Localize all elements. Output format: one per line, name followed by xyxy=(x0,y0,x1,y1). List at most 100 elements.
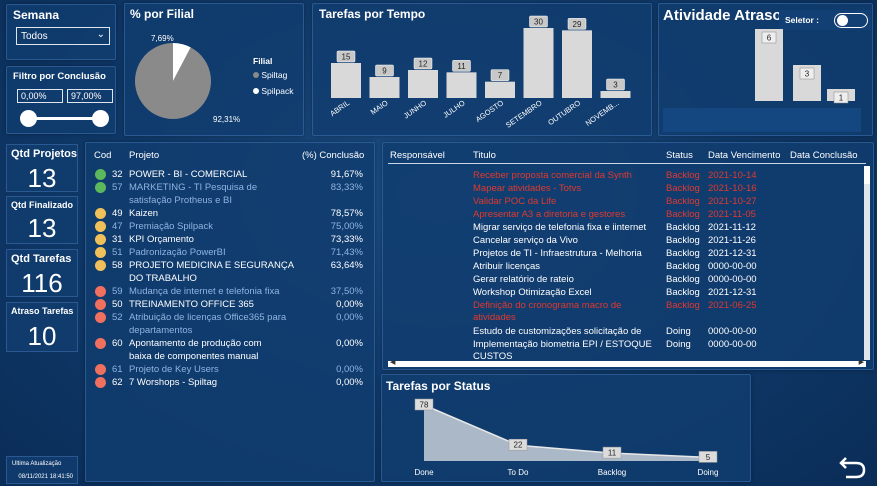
task-row[interactable]: Validar POC da Life Backlog 2021-10-27 xyxy=(390,196,860,209)
scroll-left-icon[interactable]: ◀ xyxy=(390,358,395,366)
tasks-vscrollbar[interactable] xyxy=(864,166,870,360)
time-bar[interactable] xyxy=(331,63,361,98)
task-title: Workshop Otimização Excel xyxy=(473,287,592,298)
task-row[interactable]: Gerar relatório de rateio Backlog 0000-0… xyxy=(390,274,860,287)
task-row[interactable]: Cancelar serviço da Vivo Backlog 2021-11… xyxy=(390,235,860,248)
time-bar-category: AGOSTO xyxy=(474,98,505,124)
filtro-slicer: Filtro por Conclusão 0,00% 97,00% xyxy=(6,66,116,134)
project-name: PROJETO MEDICINA E SEGURANÇA DO TRABALHO xyxy=(129,260,295,284)
time-bar[interactable] xyxy=(562,30,592,98)
project-cod: 61 xyxy=(112,364,123,375)
col-vencimento[interactable]: Data Vencimento xyxy=(708,150,780,161)
time-bar[interactable] xyxy=(485,81,515,98)
last-update-panel: Ultima Atualização 08/11/2021 18:41:50 xyxy=(6,456,78,484)
project-cod: 59 xyxy=(112,286,123,297)
pie-panel: % por Filial 7,69% 92,31% Filial Spiltag… xyxy=(124,3,304,136)
col-conclusao-data[interactable]: Data Conclusão xyxy=(790,150,858,161)
task-row[interactable]: Migrar serviço de telefonia fixa e iinte… xyxy=(390,222,860,235)
col-projeto[interactable]: Projeto xyxy=(129,150,159,161)
kpi-qtd-tarefas-label: Qtd Tarefas xyxy=(11,253,72,265)
project-cod: 52 xyxy=(112,312,123,323)
range-min-handle[interactable] xyxy=(20,110,37,127)
col-status[interactable]: Status xyxy=(666,150,693,161)
project-name: KPI Orçamento xyxy=(129,234,194,245)
semana-dropdown[interactable]: Todos ⌄ xyxy=(16,27,110,45)
task-title: Cancelar serviço da Vivo xyxy=(473,235,578,246)
status-area[interactable] xyxy=(424,405,708,461)
atraso-bar-value: 1 xyxy=(839,94,844,103)
status-dot-icon xyxy=(95,208,106,219)
task-row[interactable]: Definição do cronograma macro de ativida… xyxy=(390,300,860,323)
task-row[interactable]: Projetos de TI - Infraestrutura - Melhor… xyxy=(390,248,860,261)
task-row[interactable]: Apresentar A3 a diretoria e gestores Bac… xyxy=(390,209,860,222)
task-title: Estudo de customizações solicitação de xyxy=(473,326,642,337)
project-cod: 32 xyxy=(112,169,123,180)
project-name: Atribuição de licenças Office365 para de… xyxy=(129,312,287,336)
task-row[interactable]: Estudo de customizações solicitação de D… xyxy=(390,326,860,339)
filtro-title: Filtro por Conclusão xyxy=(13,71,106,82)
time-bar[interactable] xyxy=(446,72,477,98)
project-name: Padronização PowerBI xyxy=(129,247,226,258)
status-dot-icon xyxy=(95,182,106,193)
time-bar-category: MAIO xyxy=(369,98,390,116)
legend-spilpack[interactable]: Spilpack xyxy=(253,86,294,96)
kpi-qtd-projetos-value: 13 xyxy=(27,163,57,193)
time-bar-category: NOVEMB... xyxy=(584,98,621,128)
project-pct: 75,00% xyxy=(330,221,363,232)
project-pct: 91,67% xyxy=(330,169,363,180)
task-row[interactable]: Receber proposta comercial da Synth Back… xyxy=(390,170,860,183)
time-bar-category: JUNHO xyxy=(402,98,428,120)
kpi-atraso-tarefas: Atraso Tarefas 10 xyxy=(6,302,78,352)
status-dot-icon xyxy=(95,364,106,375)
project-name: POWER - BI - COMERCIAL xyxy=(129,169,248,180)
task-status: Backlog xyxy=(666,248,700,259)
back-icon[interactable] xyxy=(838,452,868,480)
filtro-min-value: 0,00% xyxy=(21,91,47,101)
project-cod: 58 xyxy=(112,260,123,271)
task-row[interactable]: Workshop Otimização Excel Backlog 2021-1… xyxy=(390,287,860,300)
range-max-handle[interactable] xyxy=(92,110,109,127)
task-row[interactable]: Implementação biometria EPI / ESTOQUE CU… xyxy=(390,339,860,362)
status-category: Doing xyxy=(698,468,719,477)
kpi-atraso-tarefas-label: Atraso Tarefas xyxy=(11,306,74,316)
time-bar[interactable] xyxy=(523,28,554,98)
kpi-atraso-tarefas-value: 10 xyxy=(27,321,57,351)
filtro-min-input[interactable]: 0,00% xyxy=(17,89,63,103)
status-chart: 78 Done 22 To Do 11 Backlog 5 Doing xyxy=(414,398,719,477)
filtro-max-value: 97,00% xyxy=(71,91,102,101)
task-title: Projetos de TI - Infraestrutura - Melhor… xyxy=(473,248,642,259)
status-dot-icon xyxy=(95,338,106,349)
scroll-thumb[interactable] xyxy=(864,166,870,184)
col-titulo[interactable]: Titulo xyxy=(473,150,496,161)
kpi-qtd-projetos: Qtd Projetos 13 xyxy=(6,144,78,193)
status-dot-icon xyxy=(95,169,106,180)
legend-label-spilpack: Spilpack xyxy=(261,86,294,96)
range-track xyxy=(27,117,101,120)
task-row[interactable]: Mapear atividades - Totvs Backlog 2021-1… xyxy=(390,183,860,196)
kpi-qtd-finalizado-value: 13 xyxy=(27,213,57,243)
atraso-panel: Atividade Atraso Seletor : 631 xyxy=(658,3,873,136)
col-cod[interactable]: Cod xyxy=(94,150,111,161)
task-status: Backlog xyxy=(666,196,700,207)
status-dot-icon xyxy=(95,312,106,323)
status-point-value: 11 xyxy=(608,449,617,458)
time-bar[interactable] xyxy=(408,70,438,98)
filtro-max-input[interactable]: 97,00% xyxy=(67,89,113,103)
project-cod: 62 xyxy=(112,377,123,388)
legend-spiltag[interactable]: Spiltag xyxy=(253,70,287,80)
status-category: To Do xyxy=(508,468,529,477)
col-conclusao[interactable]: (%) Conclusão xyxy=(302,150,364,161)
task-due: 0000-00-00 xyxy=(708,274,757,285)
project-name: Apontamento de produção com baixa de com… xyxy=(129,338,262,362)
time-bar[interactable] xyxy=(369,77,400,98)
tasks-hscrollbar[interactable]: ◀ ▶ xyxy=(388,358,866,367)
col-responsavel[interactable]: Responsável xyxy=(390,150,445,161)
legend-dot-spiltag xyxy=(253,72,259,78)
task-row[interactable]: Atribuir licenças Backlog 0000-00-00 xyxy=(390,261,860,274)
task-status: Backlog xyxy=(666,261,700,272)
status-point-value: 5 xyxy=(706,453,711,462)
chevron-down-icon: ⌄ xyxy=(96,29,105,40)
task-title: Apresentar A3 a diretoria e gestores xyxy=(473,209,626,220)
time-bar-value: 30 xyxy=(534,18,543,27)
time-bar[interactable] xyxy=(600,91,631,98)
